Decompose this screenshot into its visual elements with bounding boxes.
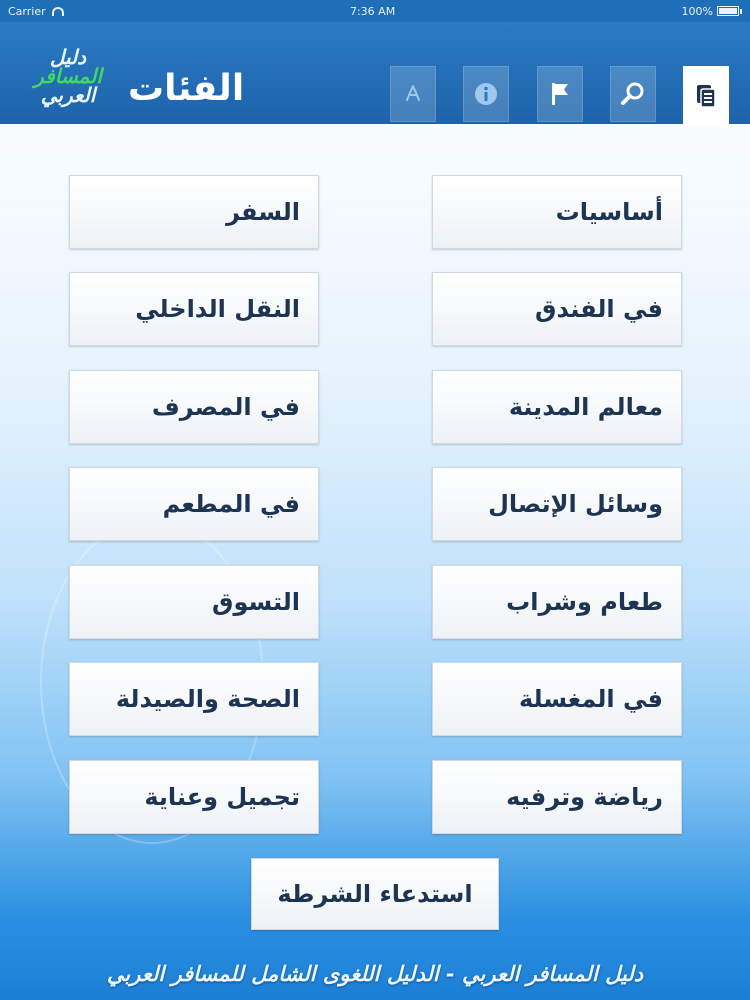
- category-health-button[interactable]: الصحة والصيدلة: [69, 662, 319, 736]
- app-logo: دليل المسافر العربي: [18, 47, 118, 107]
- tab-app-store[interactable]: [390, 66, 436, 122]
- footer-tagline: دليل المسافر العربي - الدليل اللغوى الشا…: [106, 962, 644, 986]
- tab-flag[interactable]: [537, 66, 583, 122]
- category-transport-button[interactable]: النقل الداخلي: [69, 272, 319, 346]
- info-icon: [475, 83, 497, 105]
- battery-icon: [716, 6, 739, 16]
- app-store-icon: [406, 85, 420, 101]
- flag-icon: [552, 83, 568, 105]
- category-bank-button[interactable]: في المصرف: [69, 370, 319, 444]
- category-laundry-button[interactable]: في المغسلة: [432, 662, 682, 736]
- category-hotel-button[interactable]: في الفندق: [432, 272, 682, 346]
- call-police-button[interactable]: استدعاء الشرطة: [251, 858, 499, 930]
- page-title: الفئات: [128, 68, 245, 109]
- tab-categories[interactable]: [683, 66, 729, 126]
- search-icon: [621, 82, 644, 105]
- app-header: دليل المسافر العربي الفئات: [0, 22, 750, 126]
- category-basics-button[interactable]: أساسيات: [432, 175, 682, 249]
- category-sports-button[interactable]: رياضة وترفيه: [432, 760, 682, 834]
- battery-nub: [739, 8, 742, 14]
- carrier-label: Carrier: [8, 4, 46, 18]
- tab-search[interactable]: [610, 66, 656, 122]
- category-restaurant-button[interactable]: في المطعم: [69, 467, 319, 541]
- category-beauty-button[interactable]: تجميل وعناية: [69, 760, 319, 834]
- document-list-icon: [697, 85, 716, 108]
- logo-line-3: العربي: [40, 83, 96, 107]
- battery-indicator: 100%: [682, 5, 742, 18]
- status-bar: Carrier 7:36 AM 100%: [0, 0, 750, 22]
- status-time: 7:36 AM: [349, 4, 396, 18]
- status-left: Carrier: [8, 5, 64, 18]
- wifi-icon: [51, 6, 64, 16]
- category-landmarks-button[interactable]: معالم المدينة: [432, 370, 682, 444]
- battery-percent: 100%: [681, 4, 713, 18]
- tab-info[interactable]: [463, 66, 509, 122]
- category-food-drink-button[interactable]: طعام وشراب: [432, 565, 682, 639]
- category-communication-button[interactable]: وسائل الإتصال: [432, 467, 682, 541]
- category-shopping-button[interactable]: التسوق: [69, 565, 319, 639]
- category-travel-button[interactable]: السفر: [69, 175, 319, 249]
